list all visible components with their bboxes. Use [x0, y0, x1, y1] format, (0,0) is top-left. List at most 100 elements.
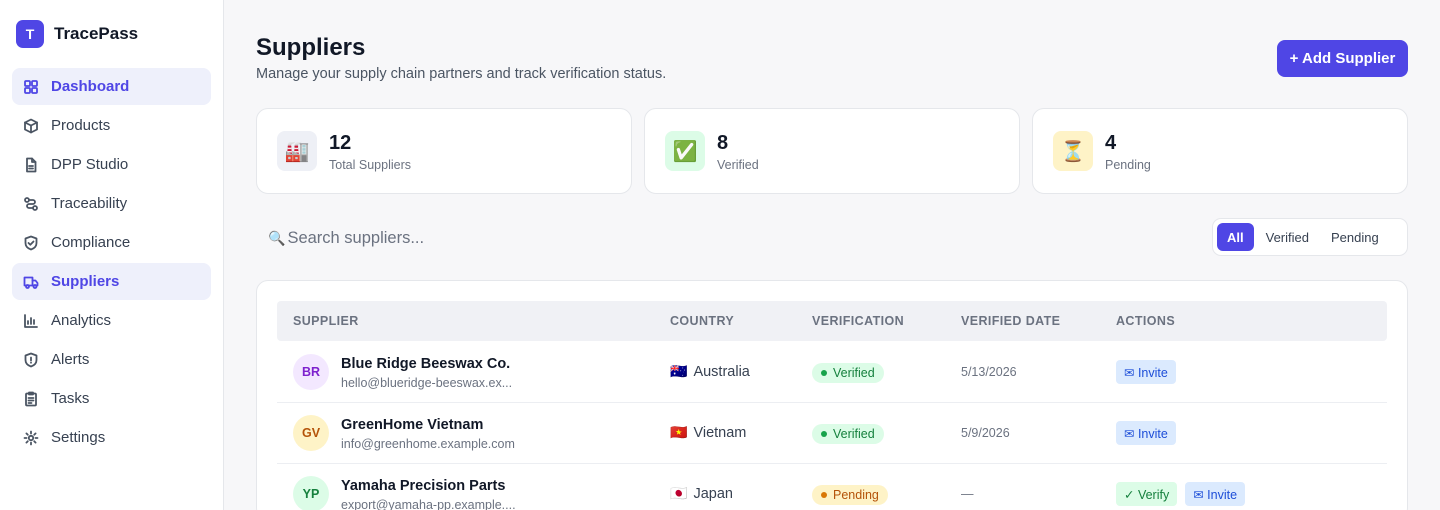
filter-verified-button[interactable]: Verified [1256, 223, 1319, 251]
country-cell: 🇻🇳 Vietnam [670, 424, 746, 441]
sidebar-item-settings[interactable]: Settings [12, 419, 211, 456]
sidebar-nav: Dashboard Products DPP Studio Traceabili… [12, 68, 211, 458]
factory-icon: 🏭 [277, 131, 317, 171]
status-filter: All Verified Pending [1212, 218, 1408, 256]
column-header-verified-date[interactable]: VERIFIED DATE [961, 314, 1060, 328]
filter-all-button[interactable]: All [1217, 223, 1254, 251]
brand[interactable]: T TracePass [16, 20, 138, 48]
shield-check-icon [23, 235, 39, 251]
stat-value: 4 [1105, 132, 1117, 154]
page-subtitle: Manage your supply chain partners and tr… [256, 66, 667, 82]
search-icon: 🔍 [268, 229, 286, 246]
sidebar-item-label: Compliance [51, 234, 131, 251]
stat-label: Total Suppliers [329, 158, 411, 172]
column-header-verification[interactable]: VERIFICATION [812, 314, 904, 328]
invite-button[interactable]: ✉ Invite [1185, 482, 1246, 506]
row-actions: ✉ Invite [1116, 421, 1176, 445]
sidebar-item-dashboard[interactable]: Dashboard [12, 68, 211, 105]
stat-label: Pending [1105, 158, 1151, 172]
sidebar-item-compliance[interactable]: Compliance [12, 224, 211, 261]
sidebar-item-tasks[interactable]: Tasks [12, 380, 211, 417]
invite-button[interactable]: ✉ Invite [1116, 360, 1176, 384]
search-input[interactable] [287, 228, 888, 248]
stat-value: 8 [717, 132, 729, 154]
status-dot [821, 492, 827, 498]
gear-icon [23, 430, 39, 446]
truck-icon [23, 274, 39, 290]
check-icon: ✅ [665, 131, 705, 171]
supplier-email: hello@blueridge-beeswax.ex... [341, 376, 513, 390]
sidebar-item-label: Tasks [51, 390, 90, 407]
stat-label: Verified [717, 158, 759, 172]
document-icon [23, 157, 39, 173]
country-cell: 🇦🇺 Australia [670, 363, 750, 380]
sidebar-item-label: Suppliers [51, 273, 120, 290]
table-row[interactable]: GV GreenHome Vietnam info@greenhome.exam… [277, 403, 1387, 464]
stat-card-verified: ✅ 8 Verified [644, 108, 1020, 194]
search-bar: 🔍 [256, 220, 956, 256]
country-cell: 🇯🇵 Japan [670, 485, 733, 502]
sidebar-item-suppliers[interactable]: Suppliers [12, 263, 211, 300]
verified-date: 5/9/2026 [961, 426, 1010, 440]
avatar: YP [293, 476, 329, 510]
column-header-country[interactable]: COUNTRY [670, 314, 734, 328]
flag-icon: 🇦🇺 [670, 363, 688, 379]
status-badge: Verified [812, 363, 884, 383]
stat-card-total: 🏭 12 Total Suppliers [256, 108, 632, 194]
column-header-actions: ACTIONS [1116, 314, 1176, 328]
alert-shield-icon [23, 352, 39, 368]
supplier-name[interactable]: GreenHome Vietnam [341, 417, 483, 433]
status-dot [821, 431, 827, 437]
avatar: GV [293, 415, 329, 451]
status-badge: Verified [812, 424, 884, 444]
sidebar: T TracePass Dashboard Products DPP Studi… [0, 0, 224, 510]
verified-date: 5/13/2026 [961, 365, 1017, 379]
row-actions: ✓ Verify ✉ Invite [1116, 482, 1246, 506]
sidebar-item-dpp-studio[interactable]: DPP Studio [12, 146, 211, 183]
stat-card-pending: ⏳ 4 Pending [1032, 108, 1408, 194]
invite-button[interactable]: ✉ Invite [1116, 421, 1176, 445]
sidebar-item-label: Analytics [51, 312, 112, 329]
stat-value: 12 [329, 132, 352, 154]
add-supplier-button[interactable]: + Add Supplier [1277, 40, 1408, 77]
dashboard-icon [23, 79, 39, 95]
supplier-email: info@greenhome.example.com [341, 437, 515, 451]
sidebar-item-products[interactable]: Products [12, 107, 211, 144]
supplier-email: export@yamaha-pp.example.... [341, 498, 516, 510]
supplier-name[interactable]: Yamaha Precision Parts [341, 478, 505, 494]
filter-pending-button[interactable]: Pending [1321, 223, 1389, 251]
verify-button[interactable]: ✓ Verify [1116, 482, 1178, 506]
country-name: Australia [693, 363, 750, 380]
sidebar-item-traceability[interactable]: Traceability [12, 185, 211, 222]
brand-logo: T [16, 20, 44, 48]
country-name: Vietnam [693, 424, 747, 441]
verified-date: — [961, 487, 974, 501]
table-header: SUPPLIER COUNTRY VERIFICATION VERIFIED D… [277, 301, 1387, 341]
route-icon [23, 196, 39, 212]
table-row[interactable]: BR Blue Ridge Beeswax Co. hello@blueridg… [277, 342, 1387, 403]
country-name: Japan [693, 485, 733, 502]
bar-chart-icon [23, 313, 39, 329]
avatar: BR [293, 354, 329, 390]
sidebar-item-alerts[interactable]: Alerts [12, 341, 211, 378]
suppliers-table: SUPPLIER COUNTRY VERIFICATION VERIFIED D… [256, 280, 1408, 510]
sidebar-item-label: Products [51, 117, 111, 134]
table-row[interactable]: YP Yamaha Precision Parts export@yamaha-… [277, 464, 1387, 510]
hourglass-icon: ⏳ [1053, 131, 1093, 171]
column-header-supplier[interactable]: SUPPLIER [293, 314, 359, 328]
status-label: Pending [833, 488, 879, 502]
status-dot [821, 370, 827, 376]
page-title: Suppliers [256, 34, 366, 61]
brand-name: TracePass [54, 24, 139, 43]
row-actions: ✉ Invite [1116, 360, 1176, 384]
sidebar-item-label: Dashboard [51, 78, 130, 95]
status-badge: Pending [812, 485, 888, 505]
sidebar-item-analytics[interactable]: Analytics [12, 302, 211, 339]
sidebar-item-label: Settings [51, 429, 106, 446]
status-label: Verified [833, 366, 875, 380]
supplier-name[interactable]: Blue Ridge Beeswax Co. [341, 356, 510, 372]
box-icon [23, 118, 39, 134]
sidebar-item-label: DPP Studio [51, 156, 129, 173]
sidebar-item-label: Alerts [51, 351, 90, 368]
clipboard-icon [23, 391, 39, 407]
